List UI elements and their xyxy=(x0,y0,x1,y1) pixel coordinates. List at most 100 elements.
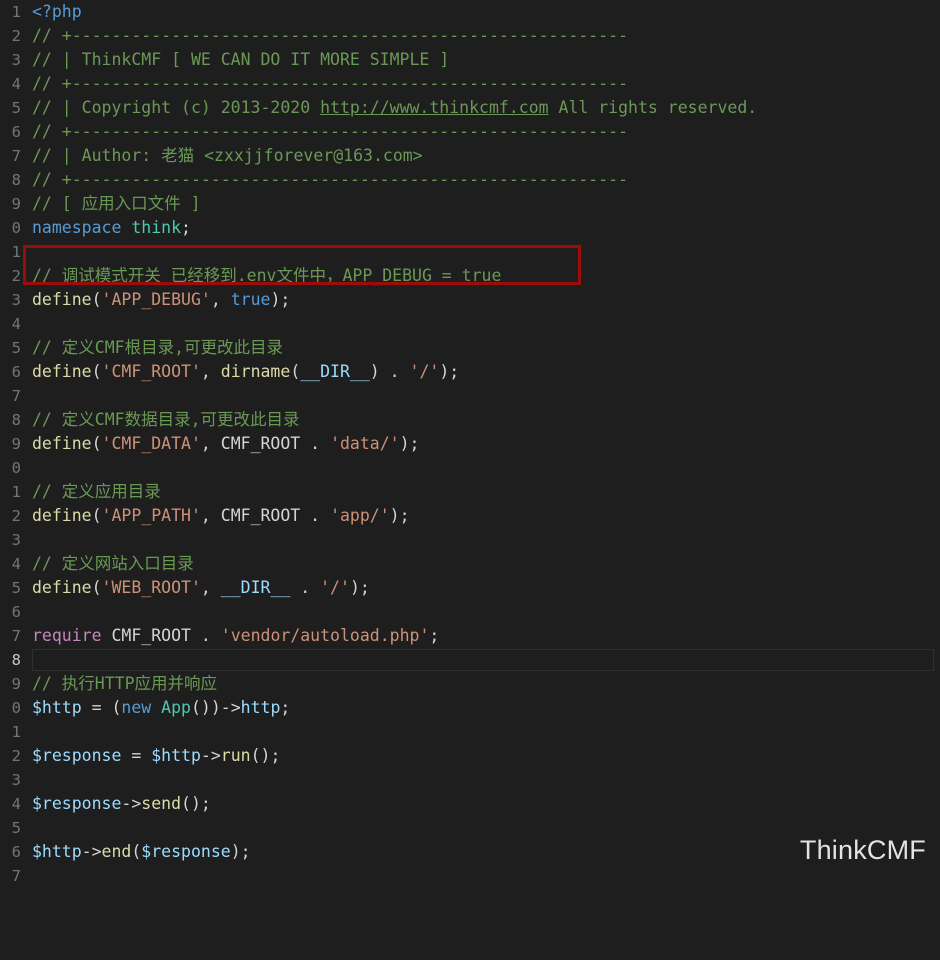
line-number: 8 xyxy=(11,651,21,669)
code-line[interactable]: 6 // +----------------------------------… xyxy=(0,120,940,144)
line-number: 4 xyxy=(11,75,21,93)
code-line[interactable]: 9 // 执行HTTP应用并响应 xyxy=(0,672,940,696)
line-content: namespace think; xyxy=(32,218,191,237)
code-line[interactable]: 4 xyxy=(0,312,940,336)
line-content: // +------------------------------------… xyxy=(32,120,628,144)
line-number: 0 xyxy=(11,699,21,717)
code-line[interactable]: 1 xyxy=(0,240,940,264)
comment-text: // +------------------------------------… xyxy=(32,122,629,141)
code-line[interactable]: 7 xyxy=(0,864,940,888)
line-number: 5 xyxy=(11,819,21,837)
code-line[interactable]: 6 define('CMF_ROOT', dirname(__DIR__) . … xyxy=(0,360,940,384)
line-number: 5 xyxy=(11,99,21,117)
line-number: 5 xyxy=(11,339,21,357)
code-line[interactable]: 0 namespace think; xyxy=(0,216,940,240)
comment-text: // [ 应用入口文件 ] xyxy=(32,194,201,213)
code-line[interactable]: 9 define('CMF_DATA', CMF_ROOT . 'data/')… xyxy=(0,432,940,456)
code-line[interactable]: 1 // 定义应用目录 xyxy=(0,480,940,504)
line-number: 2 xyxy=(11,747,21,765)
line-content: $http = (new App())->http; xyxy=(32,698,291,717)
code-line[interactable]: 3 xyxy=(0,768,940,792)
line-number: 9 xyxy=(11,435,21,453)
code-line[interactable]: 5 // 定义CMF根目录,可更改此目录 xyxy=(0,336,940,360)
line-content: define('APP_DEBUG', true); xyxy=(32,290,291,309)
line-number: 8 xyxy=(11,171,21,189)
line-content: define('APP_PATH', CMF_ROOT . 'app/'); xyxy=(32,506,410,525)
code-line[interactable]: 1 xyxy=(0,720,940,744)
line-number: 3 xyxy=(11,531,21,549)
line-number: 5 xyxy=(11,579,21,597)
line-content: // 定义CMF数据目录,可更改此目录 xyxy=(32,408,300,432)
line-number: 2 xyxy=(11,27,21,45)
line-content: // +------------------------------------… xyxy=(32,72,628,96)
line-number: 8 xyxy=(11,411,21,429)
line-number: 3 xyxy=(11,291,21,309)
line-number: 1 xyxy=(11,723,21,741)
comment-text: // 定义CMF数据目录,可更改此目录 xyxy=(32,410,300,429)
code-line[interactable]: 2 // +----------------------------------… xyxy=(0,24,940,48)
line-content: // +------------------------------------… xyxy=(32,24,628,48)
code-line[interactable]: 7 xyxy=(0,384,940,408)
code-line[interactable]: 2 $response = $http->run(); xyxy=(0,744,940,768)
line-content: $response->send(); xyxy=(32,794,211,813)
code-line[interactable]: 0 $http = (new App())->http; xyxy=(0,696,940,720)
line-number: 1 xyxy=(11,483,21,501)
line-number: 0 xyxy=(11,219,21,237)
line-number: 1 xyxy=(11,243,21,261)
line-content: define('CMF_DATA', CMF_ROOT . 'data/'); xyxy=(32,434,420,453)
line-content: // 执行HTTP应用并响应 xyxy=(32,672,217,696)
comment-text: // | Author: 老猫 <zxxjjforever@163.com> xyxy=(32,146,423,165)
line-number: 6 xyxy=(11,123,21,141)
thinkcmf-watermark: ThinkCMF xyxy=(799,835,926,865)
code-line-active[interactable]: 8 xyxy=(0,648,940,672)
comment-text: // | ThinkCMF [ WE CAN DO IT MORE SIMPLE… xyxy=(32,50,450,69)
code-line[interactable]: 3 // | ThinkCMF [ WE CAN DO IT MORE SIMP… xyxy=(0,48,940,72)
code-line[interactable]: 6 xyxy=(0,600,940,624)
active-line-outline xyxy=(32,649,934,671)
code-line[interactable]: 3 define('APP_DEBUG', true); xyxy=(0,288,940,312)
line-number: 7 xyxy=(11,147,21,165)
code-editor[interactable]: 1 <?php 2 // +--------------------------… xyxy=(0,0,940,885)
line-number: 9 xyxy=(11,195,21,213)
line-content: // | Author: 老猫 <zxxjjforever@163.com> xyxy=(32,144,423,168)
line-content: define('CMF_ROOT', dirname(__DIR__) . '/… xyxy=(32,362,460,381)
line-content: $response = $http->run(); xyxy=(32,746,281,765)
code-line[interactable]: 5 // | Copyright (c) 2013-2020 http://ww… xyxy=(0,96,940,120)
line-content: // [ 应用入口文件 ] xyxy=(32,192,201,216)
comment-text: // +------------------------------------… xyxy=(32,26,629,45)
code-line[interactable]: 5 define('WEB_ROOT', __DIR__ . '/'); xyxy=(0,576,940,600)
code-line[interactable]: 1 <?php xyxy=(0,0,940,24)
copyright-url-link[interactable]: http://www.thinkcmf.com xyxy=(320,98,548,117)
code-line[interactable]: 4 $response->send(); xyxy=(0,792,940,816)
line-content: // | ThinkCMF [ WE CAN DO IT MORE SIMPLE… xyxy=(32,48,449,72)
line-number: 6 xyxy=(11,363,21,381)
comment-text: // 执行HTTP应用并响应 xyxy=(32,674,218,693)
line-number: 0 xyxy=(11,459,21,477)
line-number: 3 xyxy=(11,51,21,69)
code-line[interactable]: 7 // | Author: 老猫 <zxxjjforever@163.com> xyxy=(0,144,940,168)
comment-text: // 定义网站入口目录 xyxy=(32,554,194,573)
line-content: // 定义CMF根目录,可更改此目录 xyxy=(32,336,283,360)
code-line[interactable]: 2 define('APP_PATH', CMF_ROOT . 'app/'); xyxy=(0,504,940,528)
line-content: require CMF_ROOT . 'vendor/autoload.php'… xyxy=(32,626,440,645)
code-line[interactable]: 4 // +----------------------------------… xyxy=(0,72,940,96)
line-number: 3 xyxy=(11,771,21,789)
code-line[interactable]: 7 require CMF_ROOT . 'vendor/autoload.ph… xyxy=(0,624,940,648)
comment-text: // 定义CMF根目录,可更改此目录 xyxy=(32,338,284,357)
line-number: 7 xyxy=(11,387,21,405)
code-line-highlighted[interactable]: 2 // 调试模式开关 已经移到.env文件中，APP_DEBUG = true xyxy=(0,264,940,288)
code-line[interactable]: 4 // 定义网站入口目录 xyxy=(0,552,940,576)
line-content: // 定义应用目录 xyxy=(32,480,161,504)
code-line[interactable]: 0 xyxy=(0,456,940,480)
line-number: 9 xyxy=(11,675,21,693)
line-content: define('WEB_ROOT', __DIR__ . '/'); xyxy=(32,578,370,597)
line-content: // +------------------------------------… xyxy=(32,168,628,192)
code-line[interactable]: 9 // [ 应用入口文件 ] xyxy=(0,192,940,216)
line-number: 4 xyxy=(11,555,21,573)
line-number: 4 xyxy=(11,315,21,333)
code-line[interactable]: 3 xyxy=(0,528,940,552)
line-number: 6 xyxy=(11,843,21,861)
code-line[interactable]: 8 // +----------------------------------… xyxy=(0,168,940,192)
code-line[interactable]: 8 // 定义CMF数据目录,可更改此目录 xyxy=(0,408,940,432)
code-lines-container[interactable]: 1 <?php 2 // +--------------------------… xyxy=(0,0,940,885)
